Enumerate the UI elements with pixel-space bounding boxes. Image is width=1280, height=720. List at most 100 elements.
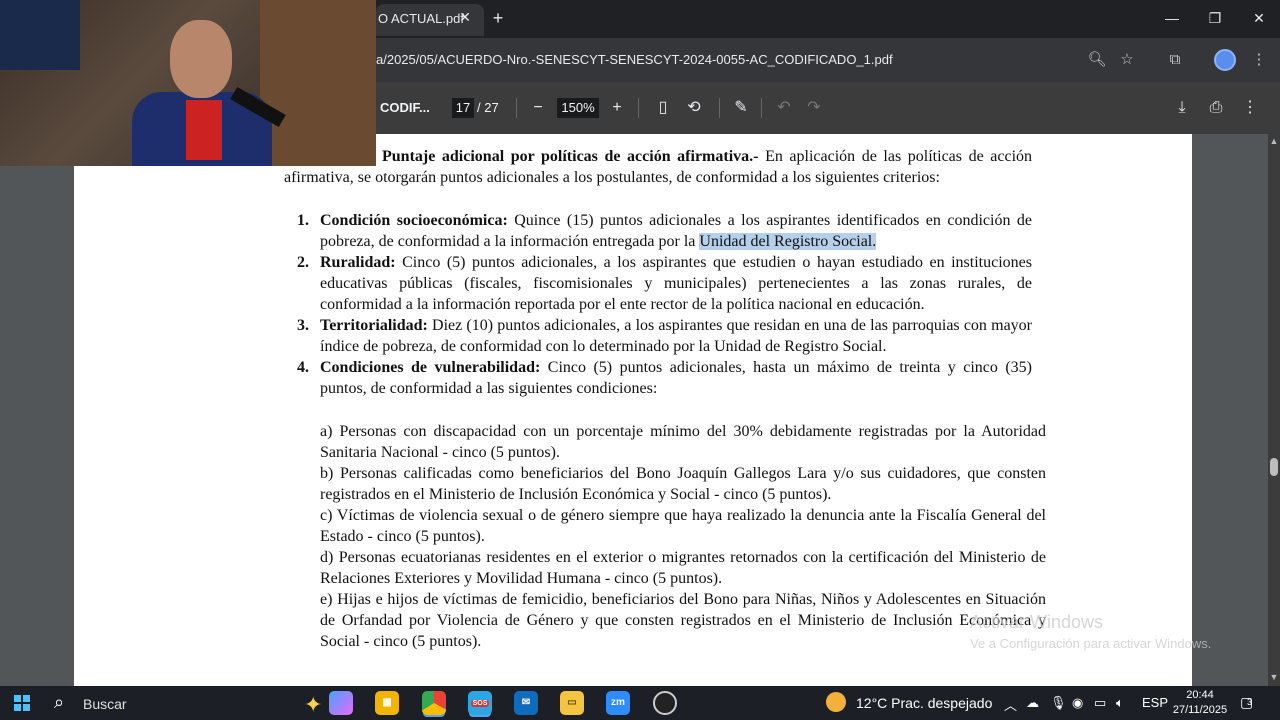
divider [761, 98, 762, 118]
intro-rest: En aplicación de las políticas de [758, 148, 984, 165]
download-icon[interactable]: ⤓ [1171, 97, 1193, 119]
scroll-up-icon[interactable]: ▲ [1268, 136, 1280, 146]
zoom-app-icon[interactable]: zm [606, 691, 630, 715]
item-number: 3. [297, 317, 309, 334]
intro-paragraph: Puntaje adicional por políticas de acció… [284, 146, 1032, 188]
document-body: Puntaje adicional por políticas de acció… [284, 146, 1046, 652]
camera-icon[interactable]: ◉ [1072, 695, 1083, 711]
item-title: Ruralidad: [320, 254, 396, 271]
item-title: Condiciones de vulnerabilidad: [320, 359, 541, 376]
tab-close-icon[interactable]: ✕ [456, 8, 474, 26]
file-explorer-icon[interactable]: ▭ [560, 691, 584, 715]
page-number-input[interactable]: 17 [452, 98, 474, 118]
time: 20:44 [1186, 689, 1214, 701]
webcam-person-head [170, 20, 232, 98]
sub-item: b) Personas calificadas como beneficiari… [320, 465, 1046, 503]
pdf-page: Puntaje adicional por políticas de acció… [74, 134, 1192, 686]
vertical-scrollbar[interactable]: ▲ ▼ [1268, 134, 1280, 686]
volume-muted-icon[interactable]: 🔈︎ [1116, 695, 1124, 711]
temperature: 12°C [856, 695, 888, 711]
weather-text[interactable]: 12°C Prac. despejado [856, 695, 992, 711]
browser-menu-icon[interactable]: ⋮ [1249, 50, 1269, 70]
new-tab-button[interactable]: + [488, 8, 508, 28]
item-number: 1. [297, 212, 309, 229]
chrome-app-icon[interactable] [422, 691, 446, 715]
webcam-background-monitor [0, 0, 80, 70]
close-window-icon[interactable]: ✕ [1247, 8, 1271, 28]
intro-heading: Puntaje adicional por políticas de acció… [382, 148, 759, 165]
notifications-icon[interactable]: ▢ 3 [1240, 694, 1260, 712]
more-options-icon[interactable]: ⋮ [1239, 97, 1261, 119]
date: 27/11/2025 [1172, 704, 1228, 716]
zoom-input[interactable]: 150% [557, 98, 599, 118]
restore-icon[interactable]: ❐ [1203, 8, 1227, 28]
scroll-thumb[interactable] [1270, 458, 1278, 476]
webcam-background-shelf [260, 0, 376, 166]
extensions-icon[interactable]: ⧉ [1165, 50, 1185, 70]
microphone-icon[interactable]: 🎙︎ [1050, 695, 1067, 711]
windows-start-icon[interactable] [14, 695, 30, 711]
scroll-down-icon[interactable]: ▼ [1268, 672, 1280, 682]
bookmark-star-icon[interactable]: ☆ [1117, 50, 1137, 70]
sub-item: a) Personas con discapacidad con un porc… [320, 423, 1046, 461]
fit-page-icon[interactable]: ▯ [652, 97, 674, 119]
divider [638, 98, 639, 118]
search-placeholder: Buscar [83, 696, 127, 712]
minimize-icon[interactable]: — [1160, 8, 1184, 28]
item-title: Territorialidad: [320, 317, 428, 334]
list-item: 2. Ruralidad: Cinco (5) puntos adicional… [284, 252, 1032, 315]
network-icon[interactable]: ▭ [1094, 695, 1106, 711]
webcam-overlay [0, 0, 376, 166]
annotate-icon[interactable]: ✎ [730, 97, 752, 119]
highlighted-text: Unidad del Registro Social. [699, 233, 877, 250]
zoom-out-icon[interactable]: − [527, 97, 549, 119]
onedrive-cloud-icon[interactable]: ☁ [1026, 695, 1039, 711]
redo-icon[interactable]: ↷ [803, 97, 825, 119]
screen: O ACTUAL.pdf ✕ + — ❐ ✕ a/2025/05/ACUERDO… [0, 0, 1280, 720]
item-title: Condición socioeconómica: [320, 212, 508, 229]
item-text: Cinco (5) puntos adicionales, a los aspi… [320, 254, 1032, 313]
sub-item: c) Víctimas de violencia sexual o de gén… [320, 507, 1046, 545]
profile-avatar[interactable] [1214, 49, 1236, 71]
item-number: 2. [297, 254, 309, 271]
pdf-viewer[interactable]: Puntaje adicional por políticas de acció… [0, 134, 1280, 686]
sub-item: e) Hijas e hijos de víctimas de femicidi… [320, 591, 1046, 650]
item-number: 4. [297, 359, 309, 376]
undo-icon[interactable]: ↶ [773, 97, 795, 119]
print-icon[interactable]: ⎙ [1205, 97, 1227, 119]
notification-count: 3 [1247, 697, 1253, 707]
tray-chevron-icon[interactable]: ︿ [1004, 695, 1017, 714]
url-text[interactable]: a/2025/05/ACUERDO-Nro.-SENESCYT-SENESCYT… [376, 52, 893, 67]
store-app-icon[interactable]: ▦ [375, 691, 399, 715]
weather-description: Prac. despejado [891, 695, 993, 711]
pdf-doc-title: CODIF... [380, 100, 430, 115]
rotate-icon[interactable]: ⟲ [683, 97, 705, 119]
list-item: 1. Condición socioeconómica: Quince (15)… [284, 210, 1032, 252]
divider [719, 98, 720, 118]
list-item: 4. Condiciones de vulnerabilidad: Cinco … [284, 357, 1032, 399]
taskbar-search[interactable]: ⌕ Buscar ✦ [46, 688, 322, 718]
telegram-app-icon[interactable]: SOS [468, 691, 492, 715]
zoom-icon[interactable]: 🔍︎ [1087, 50, 1107, 70]
tab-title: O ACTUAL.pdf [378, 11, 464, 26]
windows-taskbar: ⌕ Buscar ✦ ▦ SOS ✉ ▭ zm 12°C Prac. despe… [0, 686, 1280, 720]
taskbar-clock[interactable]: 20:44 27/11/2025 [1172, 688, 1228, 718]
search-icon: ⌕ [54, 692, 65, 712]
copilot-app-icon[interactable] [329, 691, 353, 715]
copilot-sparkle-icon[interactable]: ✦ [304, 693, 322, 717]
page-total: / 27 [477, 100, 499, 115]
divider [516, 98, 517, 118]
webcam-shirt-flag [186, 100, 222, 160]
activate-windows-title: Activar Windows [970, 612, 1104, 632]
sub-item: d) Personas ecuatorianas residentes en e… [320, 549, 1046, 587]
activate-windows-subtitle: Ve a Configuración para activar Windows. [970, 636, 1212, 651]
outlook-app-icon[interactable]: ✉ [514, 691, 538, 715]
zoom-in-icon[interactable]: + [606, 97, 628, 119]
app-badge: SOS [470, 700, 490, 707]
language-indicator[interactable]: ESP [1142, 695, 1168, 710]
obs-app-icon[interactable] [653, 691, 677, 715]
weather-icon[interactable] [826, 692, 846, 712]
list-item: 3. Territorialidad: Diez (10) puntos adi… [284, 315, 1032, 357]
